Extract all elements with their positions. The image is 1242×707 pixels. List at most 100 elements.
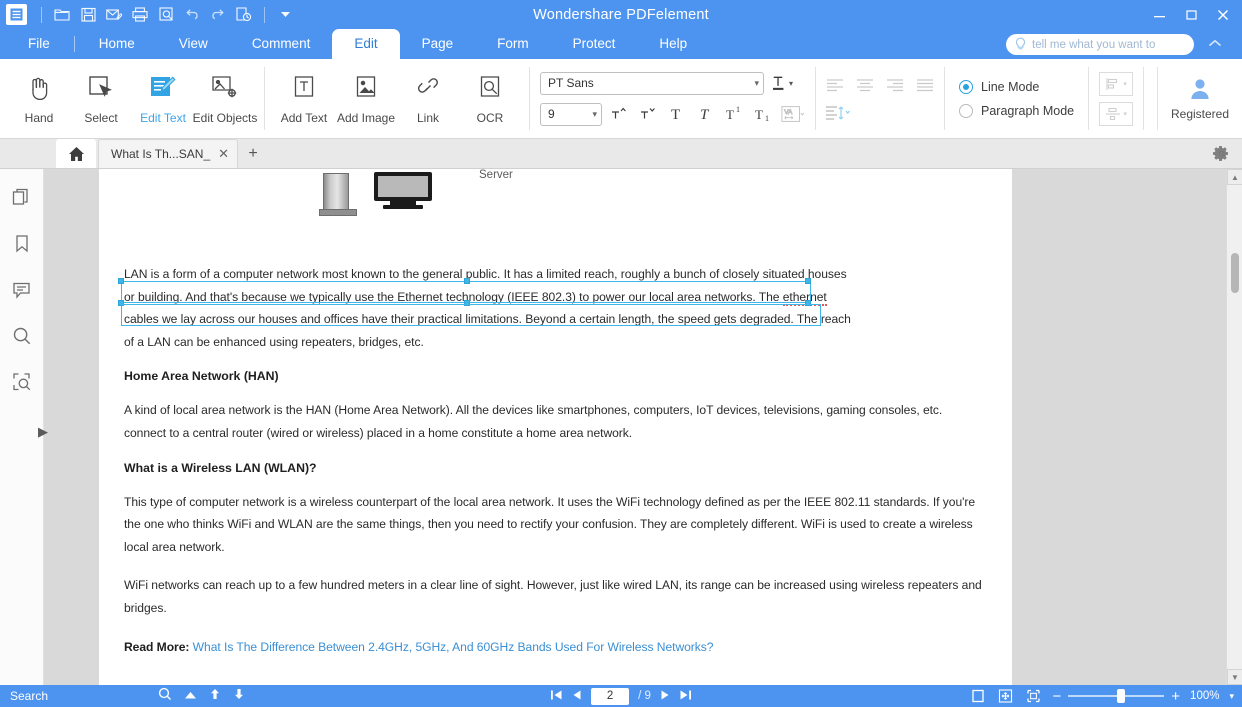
tab-comment[interactable]: Comment [230,29,333,59]
account-button[interactable]: Registered [1158,59,1242,138]
tab-help[interactable]: Help [637,29,709,59]
align-right-button[interactable] [882,75,908,95]
link-button[interactable]: Link [397,63,459,135]
align-left-button[interactable] [822,75,848,95]
document-viewport[interactable]: Server LAN is a form of a computer netwo… [56,169,1242,685]
fit-page-icon[interactable] [997,688,1015,704]
search-icon[interactable] [158,687,172,706]
distribute-objects-button[interactable]: ▾ [1099,102,1133,126]
open-file-icon[interactable] [49,3,75,27]
document-tab[interactable]: What Is Th...SAN_ ✕ [98,139,238,168]
scrollbar-thumb[interactable] [1231,253,1239,293]
tab-form[interactable]: Form [475,29,551,59]
recent-files-icon[interactable] [231,3,257,27]
align-justify-button[interactable] [912,75,938,95]
minimize-button[interactable] [1144,2,1174,28]
tab-view[interactable]: View [157,29,230,59]
search-panel-icon[interactable] [7,321,37,351]
ocr-search-panel-icon[interactable] [7,367,37,397]
pdf-page[interactable]: Server LAN is a form of a computer netwo… [99,169,1012,685]
selection-handle-bm[interactable] [464,300,470,306]
selection-handle-tr[interactable] [805,278,811,284]
decrease-font-size-button[interactable] [636,102,660,126]
edit-text-tool-button[interactable]: Edit Text [132,63,194,135]
save-icon[interactable] [75,3,101,27]
last-page-button[interactable] [679,689,692,704]
home-tab[interactable] [56,139,96,168]
scroll-down-button[interactable]: ▼ [1227,669,1242,685]
line-spacing-button[interactable] [822,103,856,123]
tab-protect[interactable]: Protect [551,29,638,59]
settings-button[interactable] [1213,145,1230,167]
email-attach-icon[interactable] [101,3,127,27]
selection-handle-tm[interactable] [464,278,470,284]
next-page-button[interactable] [660,689,670,704]
tab-file[interactable]: File [6,29,72,59]
selection-handle-br[interactable] [805,300,811,306]
font-color-button[interactable]: ▾ [769,71,793,95]
bold-button[interactable]: T [665,102,689,126]
expand-panel-button[interactable]: ▶ [38,424,48,440]
increase-font-size-button[interactable] [607,102,631,126]
align-center-button[interactable] [852,75,878,95]
collapse-ribbon-icon[interactable] [1208,37,1222,51]
paragraph-wlan[interactable]: This type of computer network is a wirel… [124,491,987,559]
close-tab-icon[interactable]: ✕ [218,146,229,162]
ocr-button[interactable]: OCR [459,63,521,135]
read-more-link[interactable]: What Is The Difference Between 2.4GHz, 5… [193,640,714,654]
selection-handle-bl[interactable] [118,300,124,306]
tell-me-search-box[interactable]: tell me what you want to [1006,34,1194,55]
font-size-select[interactable]: 9 ▾ [540,103,602,126]
paragraph-mode-radio[interactable] [959,104,973,118]
scroll-up-button[interactable]: ▲ [1227,169,1242,185]
select-tool-button[interactable]: Select [70,63,132,135]
undo-icon[interactable] [179,3,205,27]
add-image-button[interactable]: Add Image [335,63,397,135]
quick-access-overflow-icon[interactable] [272,3,298,27]
edit-objects-tool-button[interactable]: Edit Objects [194,63,256,135]
superscript-button[interactable]: T1 [723,102,747,126]
app-menu-icon[interactable] [6,4,27,25]
print-preview-icon[interactable] [153,3,179,27]
new-tab-button[interactable]: + [238,139,268,168]
selected-text-block[interactable]: LAN is a form of a computer network most… [124,263,987,353]
line-mode-radio[interactable] [959,80,973,94]
zoom-slider-thumb[interactable] [1117,689,1125,703]
subscript-button[interactable]: T1 [752,102,776,126]
comments-panel-icon[interactable] [7,275,37,305]
character-spacing-button[interactable]: VA [781,102,805,126]
selection-handle-tl[interactable] [118,278,124,284]
collapse-up-icon[interactable] [184,687,197,705]
zoom-out-button[interactable]: − [1053,688,1062,705]
next-result-icon[interactable] [233,687,245,705]
thumbnails-panel-icon[interactable] [7,183,37,213]
previous-page-button[interactable] [572,689,582,704]
align-objects-button[interactable]: ▾ [1099,72,1133,96]
line-mode-option[interactable]: Line Mode [959,80,1074,94]
paragraph-wifi-range[interactable]: WiFi networks can reach up to a few hund… [124,574,987,619]
maximize-button[interactable] [1176,2,1206,28]
zoom-slider-track[interactable] [1068,695,1164,697]
zoom-level-label[interactable]: 100% [1190,690,1219,702]
redo-icon[interactable] [205,3,231,27]
first-page-button[interactable] [550,689,563,704]
close-button[interactable] [1208,2,1238,28]
font-family-select[interactable]: PT Sans ▾ [540,72,764,95]
hand-tool-button[interactable]: Hand [8,63,70,135]
add-text-button[interactable]: Add Text [273,63,335,135]
search-label[interactable]: Search [10,689,48,703]
italic-button[interactable]: T [694,102,718,126]
single-page-view-icon[interactable] [969,688,987,704]
current-page-input[interactable]: 2 [591,688,629,705]
bookmark-panel-icon[interactable] [7,229,37,259]
tab-home[interactable]: Home [77,29,157,59]
paragraph-han[interactable]: A kind of local area network is the HAN … [124,399,987,444]
vertical-scrollbar[interactable]: ▲ ▼ [1226,169,1242,685]
tab-edit[interactable]: Edit [332,29,399,59]
fit-width-icon[interactable] [1025,688,1043,704]
zoom-dropdown-icon[interactable]: ▾ [1229,691,1234,702]
previous-result-icon[interactable] [209,687,221,705]
zoom-in-button[interactable]: + [1171,688,1180,705]
print-icon[interactable] [127,3,153,27]
paragraph-mode-option[interactable]: Paragraph Mode [959,104,1074,118]
